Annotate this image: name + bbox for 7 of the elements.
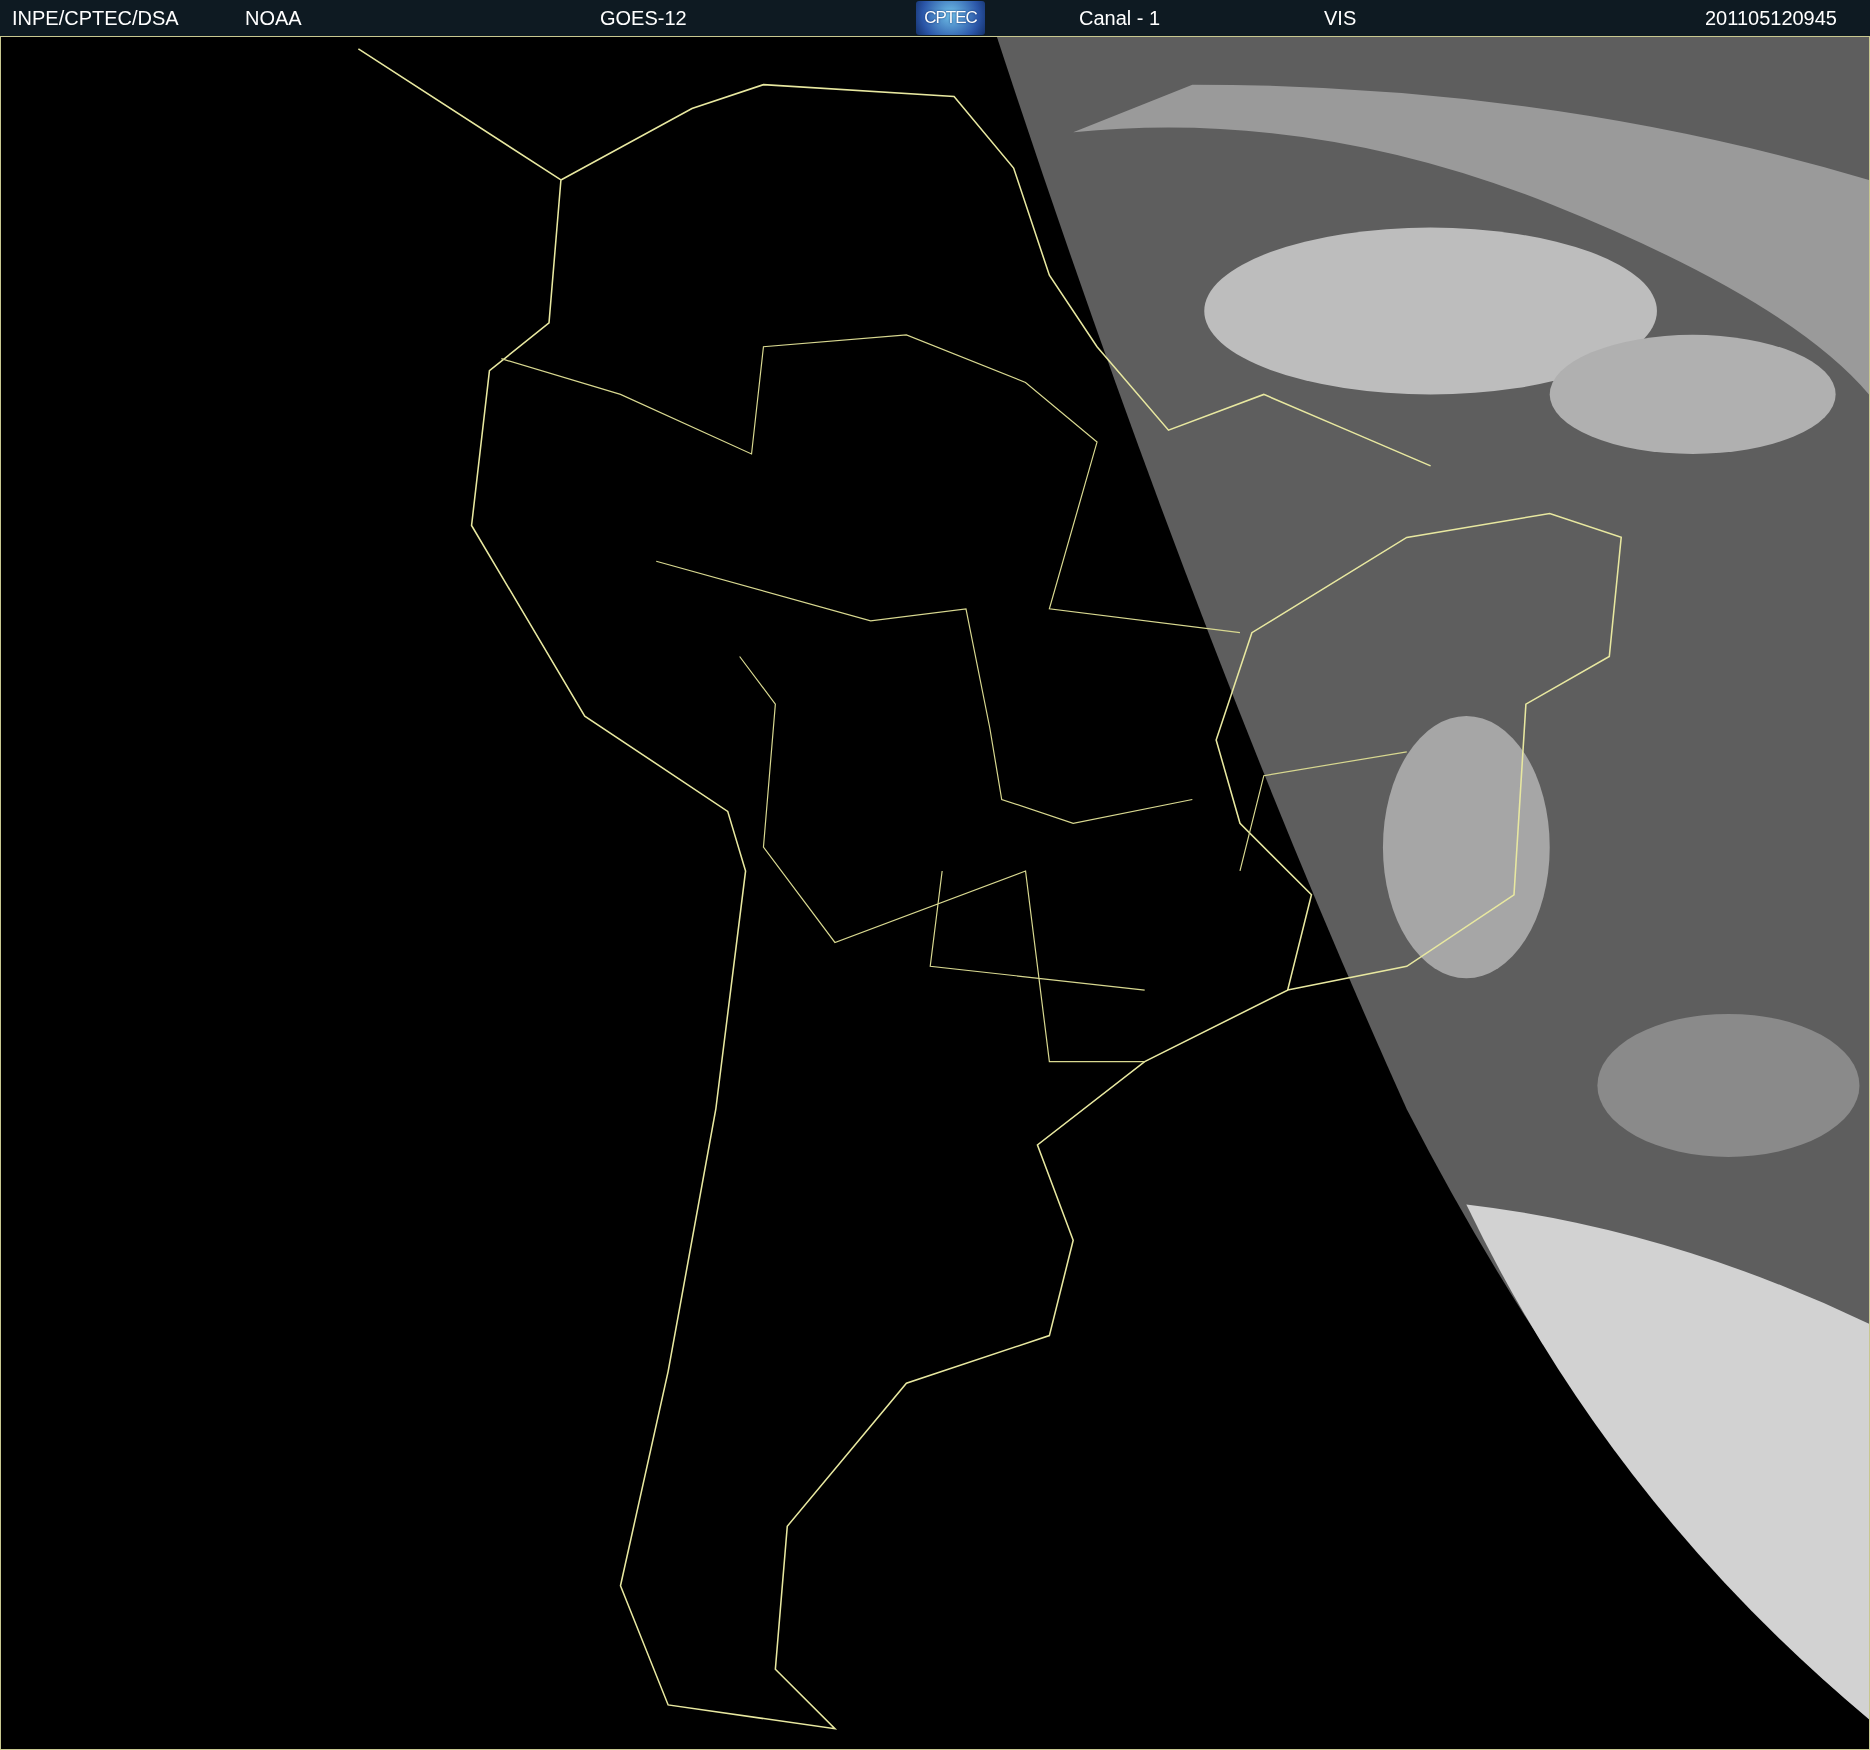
header-label: NOAA: [245, 6, 303, 30]
header-label: Canal - 1: [1079, 6, 1162, 30]
logo: CPTEC: [916, 1, 985, 35]
header-label: VIS: [1324, 6, 1358, 30]
header-label: INPE/CPTEC/DSA: [12, 6, 180, 30]
header-label: GOES-12: [600, 6, 688, 30]
header-label: 201105120945: [1705, 6, 1838, 30]
